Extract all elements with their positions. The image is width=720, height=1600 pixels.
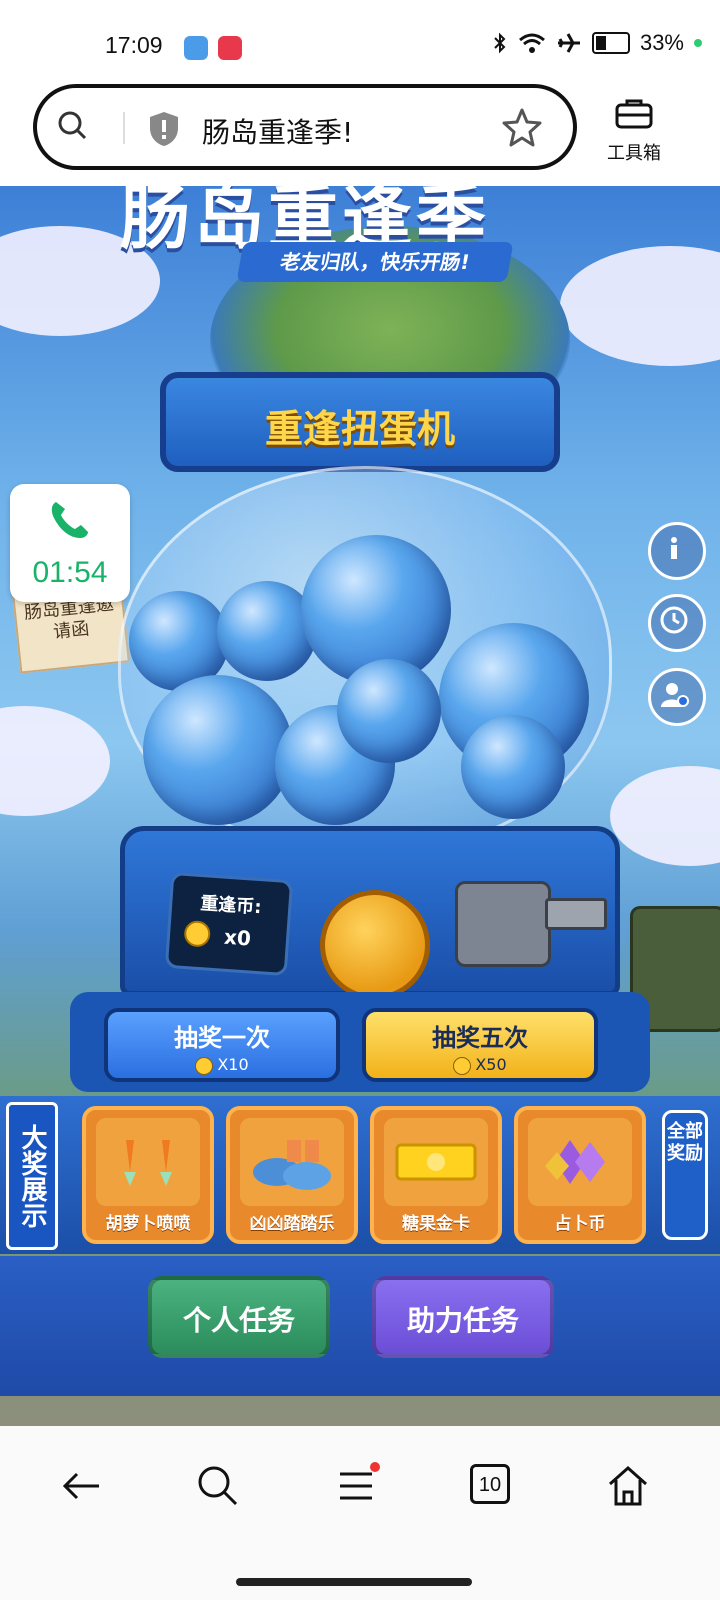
info-button[interactable]	[648, 522, 706, 580]
draw-once-label: 抽奖一次	[174, 1024, 270, 1052]
draw-five-button[interactable]: 抽奖五次 X50	[362, 1008, 598, 1082]
all-rewards-button[interactable]: 全部奖励	[662, 1110, 708, 1240]
tab-count: 10	[470, 1464, 510, 1504]
coin-icon	[183, 919, 212, 948]
event-subtitle: 老友归队，快乐开肠!	[236, 242, 514, 282]
prize-card[interactable]: 凶凶踏踏乐	[226, 1106, 358, 1244]
home-button[interactable]	[598, 1456, 658, 1516]
divination-coin-image	[528, 1118, 632, 1206]
indicator-dot	[694, 39, 702, 47]
back-arrow-icon	[62, 1472, 99, 1500]
game-page: 肠岛重逢季 老友归队，快乐开肠! 肠岛重逢邀请函 重逢扭蛋机 重逢币: x0 抽…	[0, 186, 720, 1426]
prize-card[interactable]: 糖果金卡	[370, 1106, 502, 1244]
draw-button-row: 抽奖一次 X10 抽奖五次 X50	[70, 992, 650, 1092]
draw-five-cost: X50	[366, 1055, 594, 1075]
gold-card-image	[384, 1118, 488, 1206]
menu-button[interactable]	[326, 1456, 386, 1516]
machine-lever[interactable]	[545, 898, 607, 930]
status-time: 17:09	[105, 32, 163, 58]
page-title: 肠岛重逢季!	[202, 116, 354, 149]
draw-once-button[interactable]: 抽奖一次 X10	[104, 1008, 340, 1082]
shield-icon[interactable]	[147, 110, 181, 148]
coin-icon	[453, 1056, 472, 1075]
prize-name: 凶凶踏踏乐	[249, 1214, 335, 1234]
video-app-icon	[218, 36, 242, 60]
toolbox-label: 工具箱	[607, 143, 661, 164]
prize-showcase: 大奖展示 胡萝卜喷喷 凶凶踏踏乐 糖果金卡 占卜币 全部奖励	[0, 1096, 720, 1254]
call-timer: 01:54	[32, 556, 108, 589]
prize-card[interactable]: 占卜币	[514, 1106, 646, 1244]
status-right: 33%	[492, 30, 702, 56]
bottom-nav: 10	[0, 1426, 720, 1600]
notification-dot	[370, 1462, 380, 1472]
battery-icon	[591, 32, 630, 54]
search-icon	[198, 1466, 238, 1506]
prize-name: 糖果金卡	[402, 1214, 470, 1234]
phone-icon	[51, 502, 88, 538]
cloud	[610, 766, 720, 866]
tabs-button[interactable]: 10	[462, 1456, 522, 1516]
draw-once-cost: X10	[108, 1055, 336, 1075]
draw-five-cost-value: X50	[475, 1055, 507, 1074]
call-widget[interactable]: 01:54	[10, 484, 130, 602]
add-user-icon	[661, 683, 689, 707]
task-area: 个人任务 助力任务	[0, 1256, 720, 1396]
personal-task-button[interactable]: 个人任务	[148, 1276, 330, 1358]
history-button[interactable]	[648, 594, 706, 652]
prize-name: 胡萝卜喷喷	[105, 1214, 191, 1234]
cloud	[560, 246, 720, 366]
coin-count: x0	[223, 924, 252, 951]
draw-once-cost-value: X10	[217, 1055, 249, 1074]
back-button[interactable]	[51, 1456, 111, 1516]
capsule-golden-rose	[337, 659, 441, 763]
weather-app-icon	[184, 36, 208, 60]
coin-icon	[195, 1056, 214, 1075]
info-icon	[671, 537, 677, 559]
divider	[123, 112, 125, 144]
battery-percent: 33%	[639, 30, 684, 55]
prize-name: 占卜币	[554, 1214, 606, 1234]
toolbox-button[interactable]: 工具箱	[602, 97, 666, 165]
assist-task-button[interactable]: 助力任务	[372, 1276, 554, 1358]
status-bar: 17:09 33%	[0, 0, 720, 82]
prize-card[interactable]: 胡萝卜喷喷	[82, 1106, 214, 1244]
coin-slot[interactable]	[320, 890, 430, 1000]
search-button[interactable]	[188, 1456, 248, 1516]
address-bar[interactable]: 肠岛重逢季!	[33, 84, 577, 170]
home-icon	[609, 1465, 647, 1506]
coin-label: 重逢币:	[199, 892, 263, 919]
bluetooth-icon	[494, 32, 506, 54]
cloud	[0, 706, 110, 816]
capsule-firework	[461, 715, 565, 819]
gacha-globe	[118, 466, 612, 852]
machine-lever-box	[455, 881, 551, 967]
toolbox-icon	[615, 99, 653, 129]
invite-friend-button[interactable]	[648, 668, 706, 726]
gacha-machine-title: 重逢扭蛋机	[264, 407, 455, 451]
draw-five-label: 抽奖五次	[432, 1024, 528, 1052]
clock-icon	[660, 606, 688, 634]
home-indicator[interactable]	[236, 1578, 472, 1586]
coin-balance-panel: 重逢币: x0	[164, 871, 294, 977]
airplane-icon	[557, 33, 580, 53]
shark-shoes-image	[240, 1118, 344, 1206]
search-icon[interactable]	[57, 110, 87, 140]
bookmark-star-icon[interactable]	[501, 106, 543, 148]
carrot-spray-image	[96, 1118, 200, 1206]
wifi-icon	[518, 33, 545, 53]
gacha-machine-header: 重逢扭蛋机	[160, 372, 560, 472]
prize-showcase-label: 大奖展示	[6, 1102, 58, 1250]
capsule-carrots	[143, 675, 293, 825]
